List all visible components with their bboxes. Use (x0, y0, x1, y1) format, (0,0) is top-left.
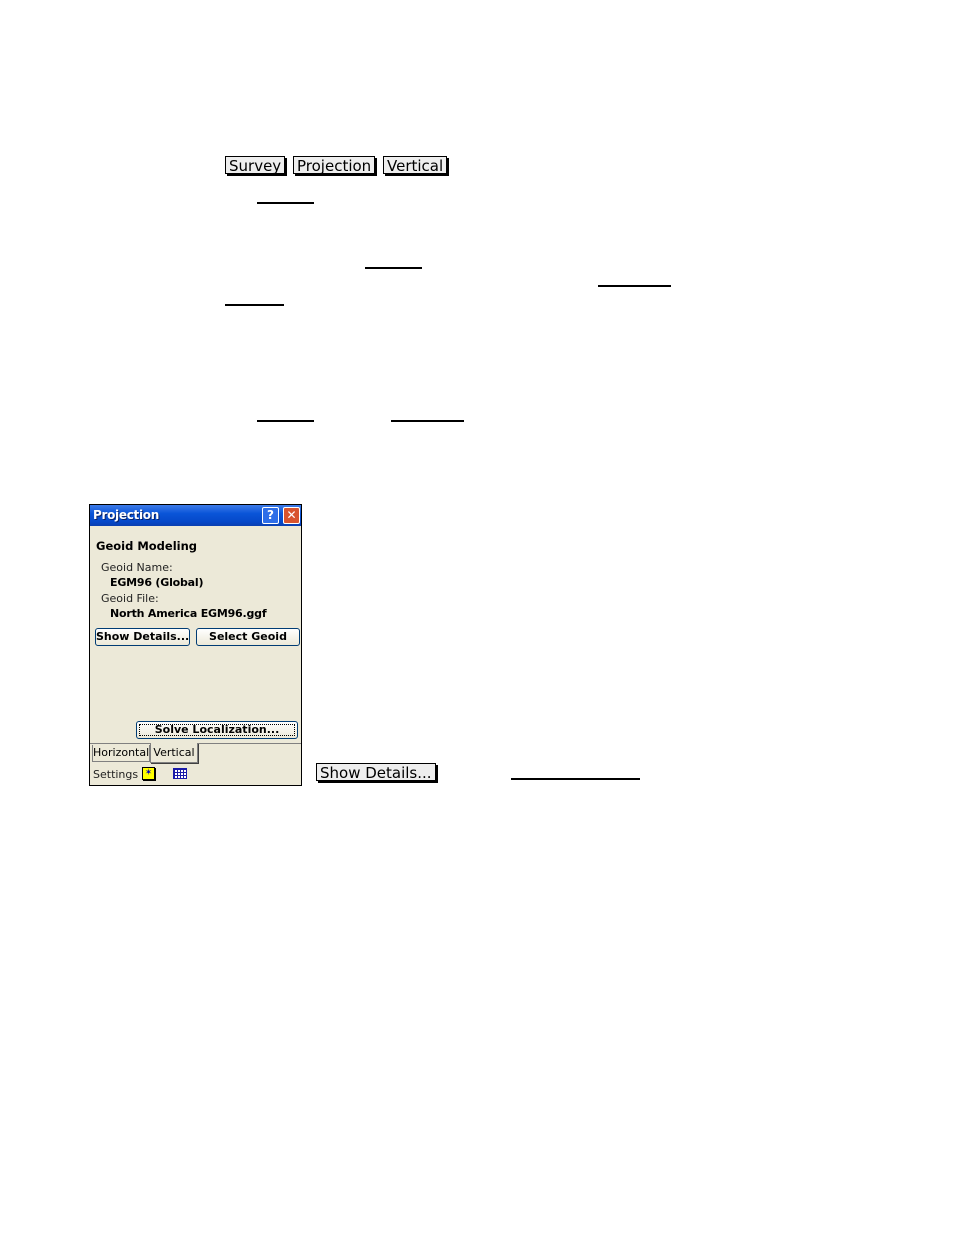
status-bar: Settings ✶ (90, 767, 301, 785)
projection-window: Projection ? ✕ Geoid Modeling Geoid Name… (89, 504, 302, 786)
blank-line (225, 304, 284, 306)
geoid-name-label: Geoid Name: (101, 561, 173, 574)
show-details-callout-button[interactable]: Show Details... (316, 763, 436, 782)
select-geoid-label: Select Geoid (209, 630, 287, 643)
show-details-label: Show Details... (96, 630, 190, 643)
blank-line (257, 202, 314, 204)
blank-line (365, 267, 422, 269)
projection-button[interactable]: Projection (293, 156, 376, 175)
tab-strip: Horizontal Vertical (90, 743, 301, 763)
geoid-file-label: Geoid File: (101, 592, 159, 605)
active-tab-joiner (151, 743, 197, 744)
blank-line (598, 285, 671, 287)
window-content: Geoid Modeling Geoid Name: EGM96 (Global… (90, 526, 301, 746)
focus-rect (139, 724, 295, 736)
blank-line (511, 778, 640, 780)
vertical-button[interactable]: Vertical (383, 156, 448, 175)
grid-icon[interactable] (173, 768, 187, 779)
geoid-file-value: North America EGM96.ggf (110, 607, 267, 620)
settings-label: Settings (93, 768, 139, 781)
blank-line (391, 420, 464, 422)
tab-vertical[interactable]: Vertical (150, 743, 198, 763)
title-bar: Projection ? ✕ (90, 505, 301, 526)
help-icon[interactable]: ? (262, 507, 279, 524)
star-icon[interactable]: ✶ (142, 767, 155, 780)
select-geoid-button[interactable]: Select Geoid (196, 628, 300, 646)
geoid-name-value: EGM96 (Global) (110, 576, 204, 589)
close-icon[interactable]: ✕ (283, 507, 300, 524)
show-details-button[interactable]: Show Details... (95, 628, 190, 646)
section-title: Geoid Modeling (96, 539, 197, 553)
survey-button[interactable]: Survey (225, 156, 286, 175)
window-title: Projection (93, 508, 159, 522)
tab-horizontal[interactable]: Horizontal (92, 745, 150, 762)
solve-localization-button[interactable]: Solve Localization... (136, 721, 298, 739)
blank-line (257, 420, 314, 422)
